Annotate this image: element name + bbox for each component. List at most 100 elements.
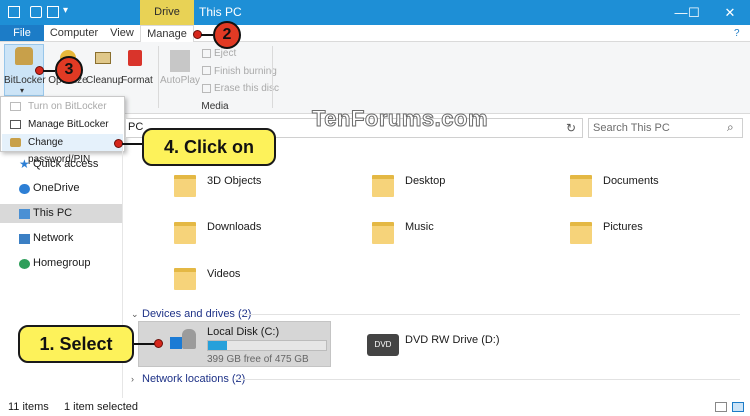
step-2-badge: 2	[213, 21, 241, 49]
pointer-line	[43, 70, 55, 72]
format-icon	[128, 50, 142, 66]
menu-item-turn-on-bitlocker[interactable]: Turn on BitLocker	[2, 98, 123, 115]
nav-homegroup[interactable]: Homegroup	[0, 254, 122, 273]
collapse-icon[interactable]: ⌄	[131, 309, 139, 320]
item-count: 11 items	[8, 401, 49, 413]
folder-videos-icon	[174, 268, 196, 290]
nav-label: Homegroup	[33, 257, 91, 269]
group-divider	[240, 314, 740, 315]
media-group-label: Media	[201, 101, 229, 112]
quick-access-dropdown-icon[interactable]: ▾	[63, 5, 68, 16]
pointer-line	[122, 143, 142, 145]
folder-music-icon	[372, 222, 394, 244]
folder-downloads[interactable]: Downloads	[207, 221, 261, 233]
format-label[interactable]: Format	[120, 75, 154, 86]
menu-item-manage-bitlocker[interactable]: Manage BitLocker	[2, 116, 123, 133]
refresh-icon[interactable]: ↻	[566, 121, 576, 135]
folder-3d-objects[interactable]: 3D Objects	[207, 175, 261, 187]
finish-burning-label[interactable]: Finish burning	[214, 66, 277, 77]
nav-label: Network	[33, 232, 74, 244]
folder-3d-objects-icon	[174, 175, 196, 197]
eject-label[interactable]: Eject	[214, 48, 236, 59]
cleanup-label[interactable]: Cleanup	[86, 75, 123, 86]
menu-item-change-password-pin[interactable]: Change password/PIN	[2, 134, 123, 165]
star-icon: ★	[19, 157, 30, 171]
maximize-button[interactable]: ☐	[674, 0, 714, 25]
manage-bitlocker-icon	[10, 120, 21, 129]
step-1-callout: 1. Select	[18, 325, 134, 363]
cloud-icon	[19, 184, 30, 194]
folder-desktop[interactable]: Desktop	[405, 175, 445, 187]
help-icon[interactable]: ?	[734, 28, 744, 39]
search-input[interactable]: Search This PC	[588, 118, 743, 138]
step-3-badge: 3	[55, 56, 83, 84]
ribbon-divider	[158, 46, 159, 108]
lock-icon	[182, 329, 196, 349]
folder-pictures[interactable]: Pictures	[603, 221, 643, 233]
devices-group-header[interactable]: Devices and drives (2)	[142, 308, 251, 320]
computer-icon	[19, 209, 30, 219]
nav-quick-access[interactable]: ★ Quick access	[0, 155, 122, 174]
nav-label: This PC	[33, 207, 73, 219]
autoplay-icon	[170, 50, 190, 72]
tab-file[interactable]: File	[0, 25, 44, 41]
nav-onedrive[interactable]: OneDrive	[0, 179, 122, 198]
menu-item-label: Turn on BitLocker	[28, 101, 107, 112]
dvd-drive-d[interactable]: DVD RW Drive (D:)	[405, 334, 500, 346]
folder-documents-icon	[570, 175, 592, 197]
expand-icon[interactable]: ›	[131, 374, 134, 384]
status-bar: 11 items 1 item selected	[0, 398, 750, 416]
large-icons-view-icon[interactable]	[732, 402, 744, 412]
local-disk-c-name: Local Disk (C:)	[207, 326, 280, 338]
chevron-down-icon: ▾	[20, 86, 25, 95]
disk-usage-fill	[208, 341, 227, 350]
autoplay-label[interactable]: AutoPlay	[160, 75, 200, 86]
folder-documents[interactable]: Documents	[603, 175, 659, 187]
close-button[interactable]: ✕	[710, 0, 750, 25]
folder-pictures-icon	[570, 222, 592, 244]
disk-usage-bar	[207, 340, 327, 351]
watermark: TenForums.com	[311, 106, 489, 132]
ribbon-divider	[272, 46, 273, 108]
erase-disc-label[interactable]: Erase this disc	[214, 83, 279, 94]
address-path: PC	[128, 121, 144, 133]
eject-icon	[202, 49, 211, 58]
cleanup-icon	[95, 52, 111, 64]
network-locations-header[interactable]: Network locations (2)	[142, 373, 245, 385]
finish-burning-icon	[202, 66, 211, 75]
local-disk-c-free: 399 GB free of 475 GB	[207, 354, 309, 365]
explorer-icon[interactable]	[8, 6, 20, 18]
selection-count: 1 item selected	[64, 401, 138, 413]
folder-music[interactable]: Music	[405, 221, 434, 233]
pointer-line	[134, 343, 156, 345]
properties-icon[interactable]	[30, 6, 42, 18]
nav-this-pc[interactable]: This PC	[0, 204, 122, 223]
tab-manage[interactable]: Manage	[140, 25, 194, 42]
tab-computer[interactable]: Computer	[44, 25, 104, 41]
homegroup-icon	[19, 259, 30, 269]
tab-view[interactable]: View	[104, 25, 140, 41]
nav-label: OneDrive	[33, 182, 80, 194]
folder-videos[interactable]: Videos	[207, 268, 240, 280]
bitlocker-key-icon	[15, 47, 33, 65]
drive-tools-context-tab: Drive Tools	[140, 0, 194, 43]
folder-downloads-icon	[174, 222, 196, 244]
pointer-line	[201, 34, 213, 36]
network-icon	[19, 234, 30, 244]
nav-network[interactable]: Network	[0, 229, 122, 248]
bitlocker-icon	[10, 102, 21, 111]
group-divider	[235, 379, 740, 380]
step-4-callout: 4. Click on	[142, 128, 276, 166]
erase-disc-icon	[202, 84, 211, 93]
menu-item-label: Manage BitLocker	[28, 119, 109, 130]
dvd-drive-icon: DVD	[367, 334, 399, 356]
details-view-icon[interactable]	[715, 402, 727, 412]
nav-label: Quick access	[33, 158, 99, 170]
new-folder-icon[interactable]	[47, 6, 59, 18]
windows-logo-icon	[170, 337, 182, 349]
search-icon: ⌕	[727, 120, 734, 134]
folder-desktop-icon	[372, 175, 394, 197]
title-bar	[0, 0, 750, 25]
bitlocker-label: BitLocker	[4, 75, 46, 86]
pointer-dot	[154, 339, 163, 348]
